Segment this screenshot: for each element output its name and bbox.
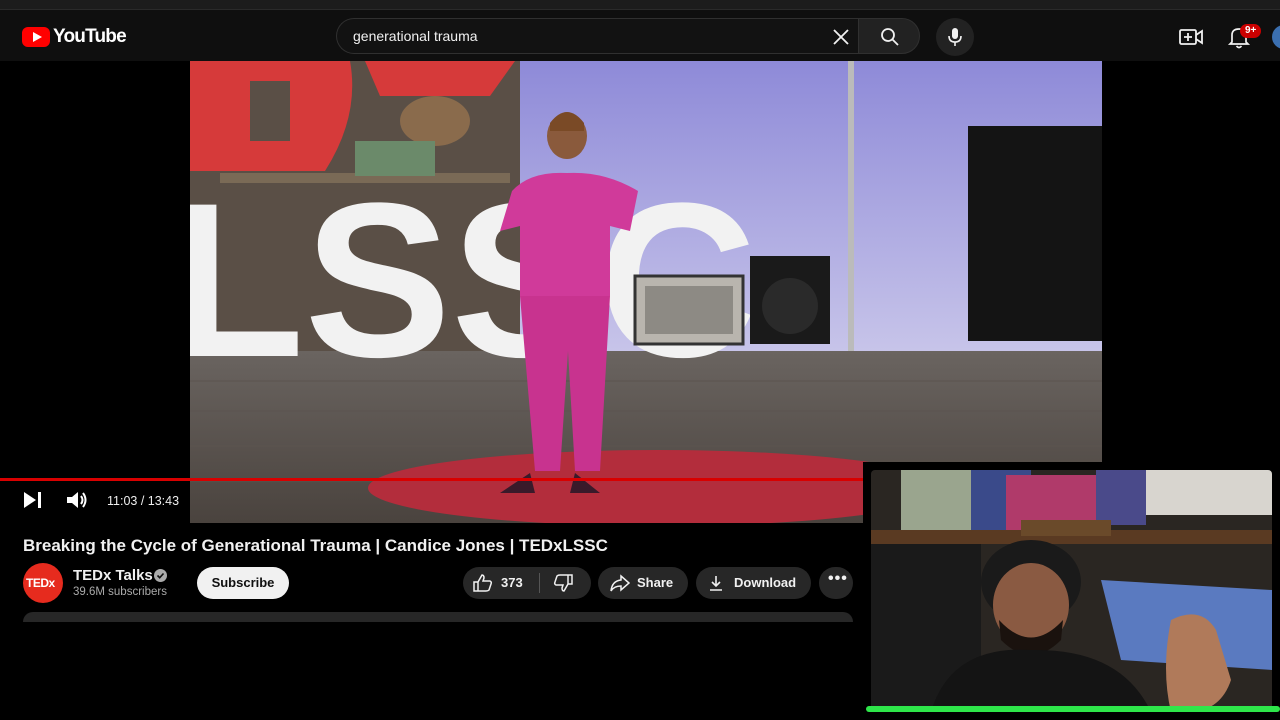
search-icon — [881, 28, 899, 46]
description-box[interactable] — [23, 612, 853, 622]
share-button[interactable]: Share — [598, 567, 688, 599]
webcam-overlay — [863, 462, 1280, 716]
time-display: 11:03 / 13:43 — [107, 494, 180, 508]
like-dislike-group: 373 — [463, 567, 591, 599]
create-video-icon[interactable] — [1178, 24, 1204, 50]
youtube-logo[interactable]: YouTube — [22, 26, 127, 48]
search-button[interactable] — [858, 18, 920, 54]
share-arrow-icon — [610, 574, 631, 592]
logo-wordmark: YouTube — [53, 26, 127, 47]
more-icon: ••• — [828, 570, 848, 587]
dislike-button[interactable] — [540, 567, 590, 599]
account-avatar[interactable] — [1272, 25, 1280, 49]
like-button[interactable]: 373 — [463, 567, 539, 599]
search-input[interactable] — [353, 19, 813, 53]
subscribe-button[interactable]: Subscribe — [197, 567, 289, 599]
download-button[interactable]: Download — [696, 567, 811, 599]
webcam-feed — [871, 470, 1272, 712]
channel-avatar-text: TEDx — [26, 576, 55, 590]
thumbs-up-icon — [473, 574, 493, 592]
thumbs-down-icon — [553, 574, 573, 592]
notification-badge: 9+ — [1240, 24, 1262, 38]
channel-avatar[interactable]: TEDx — [23, 563, 63, 603]
video-frame[interactable]: LSSC — [190, 61, 1102, 523]
mic-icon — [948, 28, 962, 46]
browser-tab-strip — [0, 0, 1280, 10]
progress-bar[interactable] — [0, 478, 866, 481]
channel-name[interactable]: TEDx Talks — [73, 567, 153, 584]
download-icon — [710, 576, 722, 591]
volume-icon[interactable] — [64, 488, 90, 512]
video-title: Breaking the Cycle of Generational Traum… — [23, 536, 608, 555]
close-icon[interactable] — [831, 27, 851, 47]
masthead: YouTube 9+ — [0, 10, 1280, 61]
video-player[interactable]: LSSC — [0, 61, 1280, 523]
webcam-border-glow — [866, 706, 1280, 712]
subscriber-count: 39.6M subscribers — [73, 586, 167, 598]
share-label: Share — [637, 575, 674, 590]
youtube-play-logo-icon — [22, 27, 50, 47]
more-actions-button[interactable]: ••• — [819, 567, 853, 599]
search-box — [336, 18, 858, 54]
voice-search-button[interactable] — [936, 18, 974, 56]
play-pause-icon[interactable] — [20, 488, 44, 512]
like-count: 373 — [501, 575, 523, 590]
download-label: Download — [734, 575, 797, 590]
verified-check-icon — [154, 569, 167, 582]
